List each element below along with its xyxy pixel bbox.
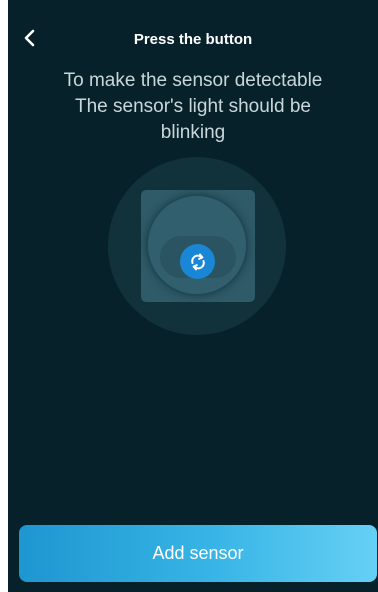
page-title: Press the button: [133, 31, 253, 48]
pairing-screen: Press the button To make the sensor dete…: [8, 0, 378, 592]
header: Press the button: [8, 22, 378, 60]
instruction-line-2: The sensor's light should be: [75, 96, 311, 117]
instruction-line-1: To make the sensor detectable: [63, 70, 323, 91]
add-sensor-button[interactable]: Add sensor: [19, 525, 377, 582]
sync-icon: [180, 244, 215, 279]
instructions-text: To make the sensor detectable The sensor…: [8, 68, 378, 146]
instruction-line-3: blinking: [160, 122, 226, 143]
